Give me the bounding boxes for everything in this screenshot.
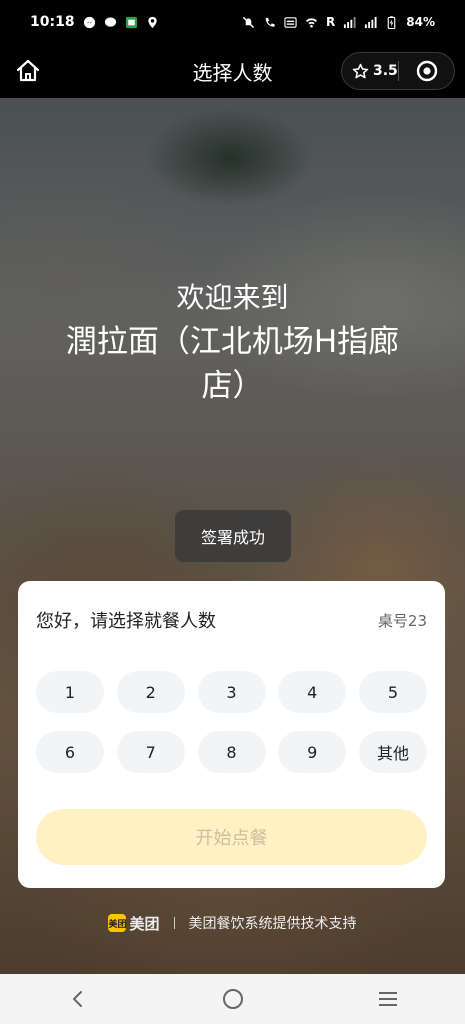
- party-size-option-2[interactable]: 2: [116, 671, 185, 713]
- status-bar: 10:18 R 84%: [0, 0, 465, 44]
- party-size-option-4[interactable]: 4: [278, 671, 347, 713]
- star-icon: [352, 63, 369, 78]
- battery-icon: [387, 15, 396, 29]
- meituan-logo-text: 美团: [129, 914, 160, 933]
- menu-icon: [378, 992, 397, 1006]
- party-size-option-other[interactable]: 其他: [359, 731, 427, 773]
- status-time: 10:18: [30, 14, 75, 30]
- wifi-icon: [305, 17, 318, 28]
- card-greeting: 您好，请选择就餐人数: [36, 611, 216, 632]
- circle-icon: [222, 989, 243, 1009]
- call-icon: [265, 17, 275, 27]
- meituan-logo: 美团 美团: [108, 913, 160, 934]
- chat-icon: [104, 16, 116, 27]
- status-left: 10:18: [30, 14, 159, 30]
- home-icon: [16, 59, 40, 82]
- footer-divider: [173, 917, 175, 929]
- party-size-option-5[interactable]: 5: [359, 671, 427, 713]
- rating-button[interactable]: 3.5: [342, 63, 398, 80]
- tech-support-text: 美团餐饮系统提供技术支持: [188, 916, 357, 932]
- messenger-icon: [83, 16, 95, 28]
- back-button[interactable]: [58, 979, 98, 1019]
- recents-button[interactable]: [368, 979, 408, 1019]
- home-nav-button[interactable]: [213, 979, 253, 1019]
- party-size-option-6[interactable]: 6: [36, 731, 104, 773]
- home-button[interactable]: [14, 57, 42, 85]
- party-size-option-7[interactable]: 7: [116, 731, 185, 773]
- store-name: 潤拉面（江北机场H指廊店）: [65, 324, 400, 404]
- back-icon: [72, 991, 82, 1007]
- party-size-option-1[interactable]: 1: [36, 671, 104, 713]
- battery-level: 84%: [406, 15, 435, 29]
- close-miniapp-button[interactable]: [399, 60, 454, 82]
- welcome-text: 欢迎来到: [176, 281, 289, 314]
- meituan-badge: 美团: [108, 914, 127, 932]
- page-title: 选择人数: [192, 60, 273, 85]
- party-size-option-8[interactable]: 8: [197, 731, 266, 773]
- status-right: R 84%: [242, 15, 435, 29]
- location-icon: [147, 16, 157, 28]
- party-size-card: 您好，请选择就餐人数 桌号23 1 2 3 4 5 6 7 8 9 其他 开始点…: [18, 581, 445, 888]
- volte-icon: [284, 16, 297, 28]
- footer: 美团 美团 美团餐饮系统提供技术支持: [0, 910, 465, 936]
- toast-message: 签署成功: [175, 510, 291, 562]
- capsule-menu: 3.5: [341, 52, 455, 90]
- app-icon: [125, 16, 137, 28]
- party-size-grid: 1 2 3 4 5 6 7 8 9 其他: [36, 671, 427, 773]
- target-icon: [416, 60, 437, 82]
- party-size-option-3[interactable]: 3: [197, 671, 266, 713]
- table-number: 桌号23: [377, 612, 427, 630]
- mute-icon: [242, 16, 255, 28]
- rating-value: 3.5: [373, 63, 398, 79]
- start-ordering-button[interactable]: 开始点餐: [36, 809, 427, 865]
- party-size-option-9[interactable]: 9: [278, 731, 347, 773]
- network-label: R: [326, 15, 336, 29]
- signal-icon: [344, 16, 356, 28]
- signal-icon-2: [365, 16, 377, 28]
- nav-bar: 选择人数 3.5: [0, 44, 465, 98]
- system-nav-bar: [0, 974, 465, 1024]
